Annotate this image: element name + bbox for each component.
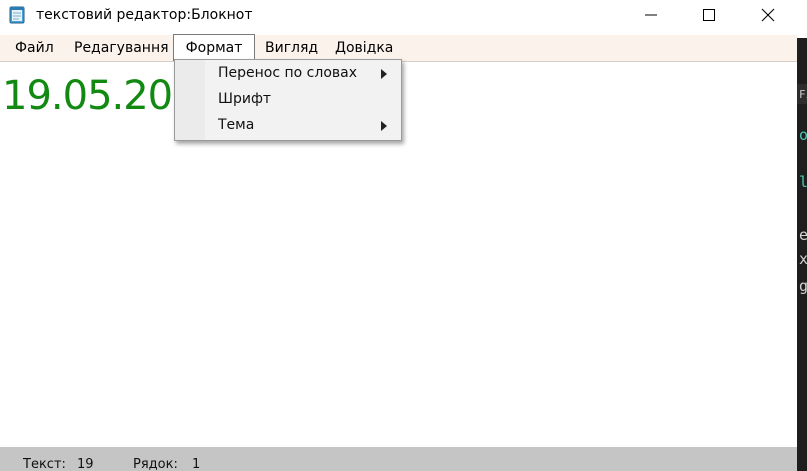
menu-bar: Файл Редагування Формат Вигляд Довідка <box>0 34 797 62</box>
status-line-label: Рядок: <box>133 457 178 471</box>
background-window-edge: Fi o l e x g <box>797 0 807 471</box>
window-title: текстовий редактор:Блокнот <box>36 7 253 23</box>
menu-item-label: Перенос по словах <box>218 65 358 81</box>
close-icon <box>761 8 775 22</box>
close-button[interactable] <box>745 0 791 30</box>
title-bar[interactable]: текстовий редактор:Блокнот <box>0 0 797 32</box>
menu-item-word-wrap[interactable]: Перенос по словах <box>175 61 401 87</box>
status-line-number: 1 <box>192 457 201 471</box>
menu-item-label: Тема <box>218 117 255 133</box>
notepad-window: текстовий редактор:Блокнот Файл Редагува… <box>0 0 797 471</box>
submenu-arrow-icon <box>381 121 387 131</box>
background-text: o <box>799 126 807 144</box>
background-text: g <box>799 277 807 295</box>
menu-file[interactable]: Файл <box>13 35 56 61</box>
notepad-icon <box>8 6 26 24</box>
menu-item-label: Шрифт <box>218 91 272 107</box>
menu-item-font[interactable]: Шрифт <box>175 87 401 113</box>
menu-edit[interactable]: Редагування <box>72 35 171 61</box>
background-text: e <box>799 226 807 244</box>
minimize-icon <box>645 14 657 16</box>
menu-view[interactable]: Вигляд <box>263 35 320 61</box>
background-text: x <box>799 250 807 268</box>
background-text: l <box>799 173 807 191</box>
submenu-arrow-icon <box>381 69 387 79</box>
format-dropdown-menu: Перенос по словах Шрифт Тема <box>174 59 402 141</box>
background-window-titlebar <box>797 0 807 38</box>
status-text-count: 19 <box>77 457 94 471</box>
menu-item-theme[interactable]: Тема <box>175 113 401 139</box>
menu-help[interactable]: Довідка <box>333 35 395 61</box>
background-text: Fi <box>799 88 807 101</box>
maximize-button[interactable] <box>686 0 732 30</box>
status-bar: Текст: 19 Рядок: 1 <box>0 447 797 471</box>
editor-text: 19.05.20 <box>2 73 173 119</box>
maximize-icon <box>703 9 715 21</box>
minimize-button[interactable] <box>628 0 674 30</box>
menu-format[interactable]: Формат <box>173 34 255 61</box>
status-text-label: Текст: <box>23 457 66 471</box>
